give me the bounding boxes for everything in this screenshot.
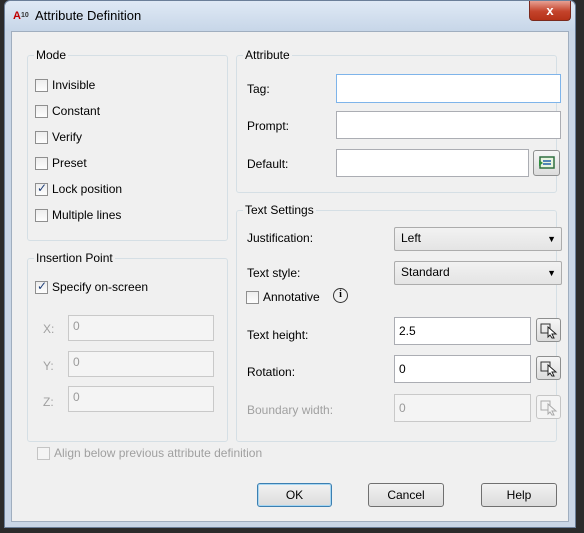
- verify-checkbox[interactable]: [35, 130, 48, 144]
- annotative-checkbox[interactable]: [246, 290, 259, 304]
- text-height-label: Text height:: [247, 328, 309, 342]
- justification-dropdown[interactable]: Left ▼: [394, 227, 562, 251]
- constant-label: Constant: [52, 104, 101, 118]
- boundary-width-pick-button[interactable]: [536, 395, 561, 419]
- lock-position-checkbox[interactable]: [35, 181, 48, 196]
- insertion-point-title: Insertion Point: [34, 251, 115, 265]
- dialog-body: Mode Invisible Constant Verify Preset Lo…: [11, 31, 569, 522]
- attribute-definition-window: A10 Attribute Definition x Mode Invisibl…: [4, 0, 576, 528]
- chevron-down-icon: ▼: [547, 234, 556, 244]
- cancel-button[interactable]: Cancel: [368, 483, 444, 507]
- justification-label: Justification:: [247, 231, 314, 245]
- pick-point-icon: [540, 323, 557, 339]
- info-icon[interactable]: i: [333, 288, 348, 303]
- invisible-label: Invisible: [52, 78, 96, 92]
- default-label: Default:: [247, 157, 289, 171]
- text-settings-group: Text Settings Justification: Left ▼ Text…: [236, 203, 562, 442]
- text-style-value: Standard: [401, 265, 450, 279]
- tag-field[interactable]: [336, 74, 561, 103]
- constant-checkbox[interactable]: [35, 104, 48, 118]
- tag-label: Tag:: [247, 82, 270, 96]
- app-icon-sub: 10: [20, 12, 29, 19]
- align-below-checkbox[interactable]: [37, 446, 50, 460]
- help-button[interactable]: Help: [481, 483, 557, 507]
- ok-button[interactable]: OK: [257, 483, 332, 507]
- x-label: X:: [43, 322, 55, 336]
- attribute-group: Attribute Tag: Prompt: Default:: [236, 48, 561, 193]
- rotation-pick-button[interactable]: [536, 356, 561, 380]
- align-below-row[interactable]: Align below previous attribute definitio…: [37, 445, 262, 461]
- text-height-field[interactable]: 2.5: [394, 317, 531, 345]
- verify-label: Verify: [52, 130, 83, 144]
- annotative-label: Annotative: [263, 290, 320, 304]
- annotative-row[interactable]: Annotative: [246, 289, 320, 305]
- boundary-width-field[interactable]: 0: [394, 394, 531, 422]
- invisible-checkbox-row[interactable]: Invisible: [35, 77, 95, 93]
- default-field[interactable]: [336, 149, 529, 177]
- z-field[interactable]: 0: [68, 386, 214, 412]
- invisible-checkbox[interactable]: [35, 78, 48, 92]
- prompt-field[interactable]: [336, 111, 561, 139]
- text-settings-title: Text Settings: [243, 203, 316, 217]
- specify-onscreen-label: Specify on-screen: [52, 280, 149, 294]
- insertion-point-group: Insertion Point Specify on-screen X: 0 Y…: [27, 251, 228, 442]
- text-style-dropdown[interactable]: Standard ▼: [394, 261, 562, 285]
- boundary-width-label: Boundary width:: [247, 403, 334, 417]
- text-height-pick-button[interactable]: [536, 318, 561, 342]
- rotation-label: Rotation:: [247, 365, 296, 379]
- attribute-group-title: Attribute: [243, 48, 292, 62]
- close-button[interactable]: x: [529, 1, 571, 21]
- window-title: Attribute Definition: [35, 8, 142, 23]
- preset-checkbox[interactable]: [35, 156, 48, 170]
- lock-position-checkbox-row[interactable]: Lock position: [35, 181, 122, 197]
- justification-value: Left: [401, 231, 422, 245]
- constant-checkbox-row[interactable]: Constant: [35, 103, 100, 119]
- text-style-label: Text style:: [247, 266, 301, 280]
- x-field[interactable]: 0: [68, 315, 214, 341]
- autocad-app-icon: A10: [13, 9, 31, 23]
- specify-onscreen-checkbox[interactable]: [35, 279, 48, 294]
- insert-field-icon: [538, 156, 555, 169]
- preset-label: Preset: [52, 156, 87, 170]
- preset-checkbox-row[interactable]: Preset: [35, 155, 87, 171]
- multiple-lines-checkbox[interactable]: [35, 208, 48, 222]
- verify-checkbox-row[interactable]: Verify: [35, 129, 82, 145]
- z-label: Z:: [43, 395, 54, 409]
- app-icon-letter: A: [13, 10, 21, 22]
- insert-field-button[interactable]: [533, 150, 560, 176]
- multiple-lines-label: Multiple lines: [52, 208, 122, 222]
- rotation-field[interactable]: 0: [394, 355, 531, 383]
- y-field[interactable]: 0: [68, 351, 214, 377]
- mode-group: Mode Invisible Constant Verify Preset Lo…: [27, 48, 228, 241]
- pick-point-icon: [540, 361, 557, 377]
- title-bar[interactable]: A10 Attribute Definition x: [5, 1, 575, 31]
- prompt-label: Prompt:: [247, 119, 290, 133]
- multiple-lines-checkbox-row[interactable]: Multiple lines: [35, 207, 121, 223]
- align-below-label: Align below previous attribute definitio…: [54, 446, 263, 460]
- y-label: Y:: [43, 359, 54, 373]
- pick-point-icon: [540, 400, 557, 416]
- specify-onscreen-row[interactable]: Specify on-screen: [35, 279, 148, 295]
- lock-position-label: Lock position: [52, 182, 123, 196]
- chevron-down-icon: ▼: [547, 268, 556, 278]
- mode-group-title: Mode: [34, 48, 69, 62]
